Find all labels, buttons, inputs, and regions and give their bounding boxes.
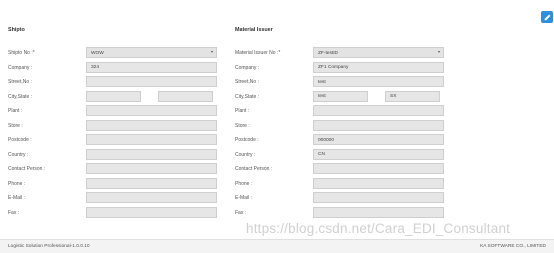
issuer-row: Postcode : 000000 (235, 134, 475, 149)
issuer-field[interactable]: 000000 (313, 134, 444, 145)
shipto-select[interactable]: WOW (86, 47, 217, 58)
issuer-city-field[interactable]: test (313, 90, 368, 102)
issuer-state-field[interactable]: SX (385, 90, 440, 102)
shipto-city-field[interactable] (86, 90, 141, 102)
shipto-label: Store : (8, 122, 23, 129)
shipto-row: Fax : (8, 206, 248, 222)
shipto-form: Shipto No :* WOW Company : 324 Street,No : Ci… (8, 47, 248, 221)
issuer-row: Material Issuer No :* ZF-testID (235, 47, 475, 62)
issuer-field[interactable] (313, 163, 444, 174)
shipto-row: E-Mail : (8, 192, 248, 207)
issuer-label: Phone : (235, 180, 253, 187)
issuer-row: Country : CN (235, 148, 475, 164)
shipto-label: Company : (8, 64, 33, 71)
shipto-row: City,State : (8, 90, 248, 106)
shipto-field-value: 324 (91, 65, 100, 70)
shipto-label: Street,No : (8, 79, 32, 85)
material-issuer-title: Material Issuer (235, 27, 273, 33)
issuer-label: Company : (235, 64, 260, 71)
footer-version: Logistic Solution Professional-1.0.0.10 (8, 244, 90, 249)
shipto-field[interactable] (86, 206, 217, 218)
shipto-field[interactable]: 324 (86, 61, 217, 73)
issuer-label: Plant : (235, 108, 250, 114)
footer: Logistic Solution Professional-1.0.0.10 … (0, 239, 554, 253)
shipto-row: Street,No : (8, 76, 248, 91)
issuer-field[interactable]: ZF1 Company (313, 61, 444, 73)
shipto-label: Phone : (8, 180, 26, 187)
issuer-label: Postcode : (235, 137, 259, 143)
shipto-row: Country : (8, 148, 248, 164)
issuer-label: City,State : (235, 93, 260, 100)
caret-down-icon (211, 51, 213, 53)
issuer-row: City,State : test SX (235, 90, 475, 106)
watermark: https://blog.csdn.net/Cara_EDI_Consultan… (246, 221, 511, 236)
shipto-field[interactable] (86, 177, 217, 189)
issuer-field[interactable] (313, 105, 444, 116)
material-issuer-form: Material Issuer No :* ZF-testID Company : Z… (235, 47, 475, 221)
issuer-field-value: ZF-testID (318, 50, 338, 56)
shipto-field[interactable] (86, 105, 217, 116)
shipto-field[interactable] (86, 134, 217, 145)
issuer-field[interactable] (313, 177, 444, 189)
issuer-field[interactable] (313, 206, 444, 218)
footer-company: KA SOFTWARE CO., LIMITED (480, 244, 546, 249)
issuer-field[interactable]: test (313, 76, 444, 87)
issuer-label: E-Mail : (235, 195, 252, 201)
shipto-state-field[interactable] (158, 90, 213, 102)
issuer-label: Country : (235, 151, 256, 158)
shipto-row: Company : 324 (8, 61, 248, 77)
shipto-label: Postcode : (8, 137, 32, 143)
shipto-row: Store : (8, 119, 248, 135)
issuer-row: Company : ZF1 Company (235, 61, 475, 77)
issuer-select[interactable]: ZF-testID (313, 47, 444, 58)
shipto-row: Postcode : (8, 134, 248, 149)
shipto-field[interactable] (86, 76, 217, 87)
issuer-field[interactable] (313, 192, 444, 203)
issuer-field-value: CN (318, 152, 325, 157)
issuer-row: Plant : (235, 105, 475, 120)
shipto-label: Plant : (8, 108, 23, 114)
issuer-label: Contact Person : (235, 166, 273, 172)
issuer-label: Material Issuer No :* (235, 50, 281, 56)
issuer-label: Street,No : (235, 79, 259, 85)
shipto-label: Contact Person : (8, 166, 46, 172)
shipto-field[interactable] (86, 163, 217, 174)
shipto-row: Shipto No :* WOW (8, 47, 248, 62)
shipto-label: Country : (8, 151, 29, 158)
shipto-label: E-Mail : (8, 195, 25, 201)
shipto-row: Plant : (8, 105, 248, 120)
issuer-row: Street,No : test (235, 76, 475, 91)
issuer-field[interactable]: CN (313, 148, 444, 160)
issuer-row: Fax : (235, 206, 475, 222)
issuer-row: Contact Person : (235, 163, 475, 178)
shipto-field-value: WOW (91, 50, 104, 56)
shipto-label: Fax : (8, 209, 20, 216)
issuer-field-value: ZF1 Company (318, 65, 349, 70)
edit-button[interactable] (541, 11, 553, 23)
issuer-field-value: 000000 (318, 137, 335, 143)
shipto-field[interactable] (86, 192, 217, 203)
issuer-field-value: test (318, 79, 326, 85)
shipto-title: Shipto (8, 27, 25, 33)
edit-icon (544, 13, 551, 20)
shipto-field[interactable] (86, 119, 217, 131)
issuer-row: Phone : (235, 177, 475, 193)
shipto-label: Shipto No :* (8, 50, 35, 56)
shipto-row: Phone : (8, 177, 248, 193)
issuer-label: Fax : (235, 209, 247, 216)
issuer-row: E-Mail : (235, 192, 475, 207)
caret-down-icon (438, 51, 440, 53)
shipto-label: City,State : (8, 93, 33, 100)
issuer-field[interactable] (313, 119, 444, 131)
issuer-label: Store : (235, 122, 250, 129)
shipto-row: Contact Person : (8, 163, 248, 178)
issuer-row: Store : (235, 119, 475, 135)
shipto-field[interactable] (86, 148, 217, 160)
